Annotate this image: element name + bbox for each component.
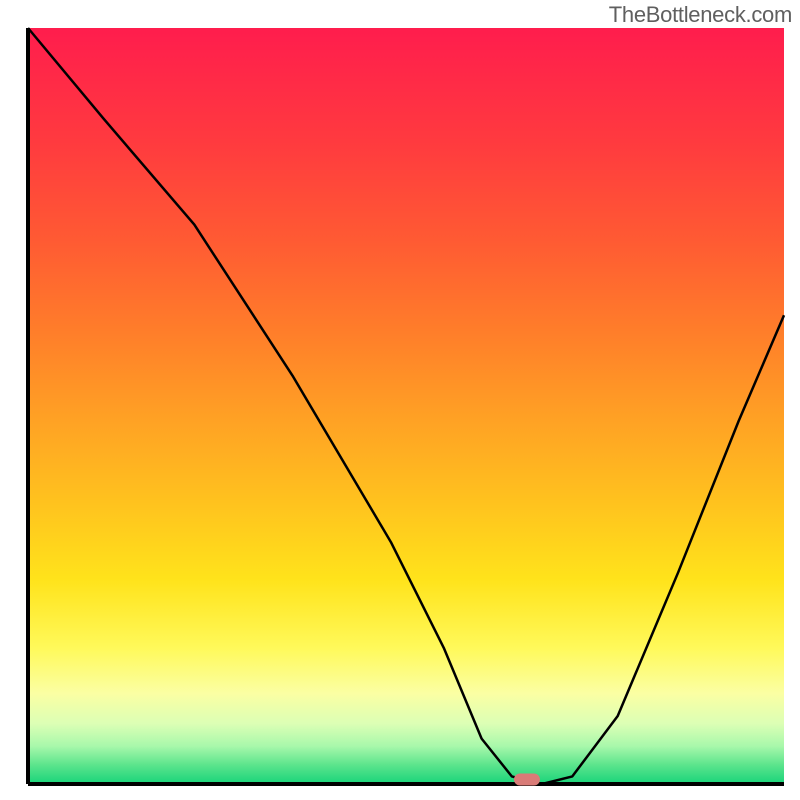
chart-svg [0,0,800,800]
watermark-text: TheBottleneck.com [609,2,792,28]
optimal-marker [514,773,540,785]
bottleneck-chart [0,0,800,800]
plot-background [28,28,784,784]
